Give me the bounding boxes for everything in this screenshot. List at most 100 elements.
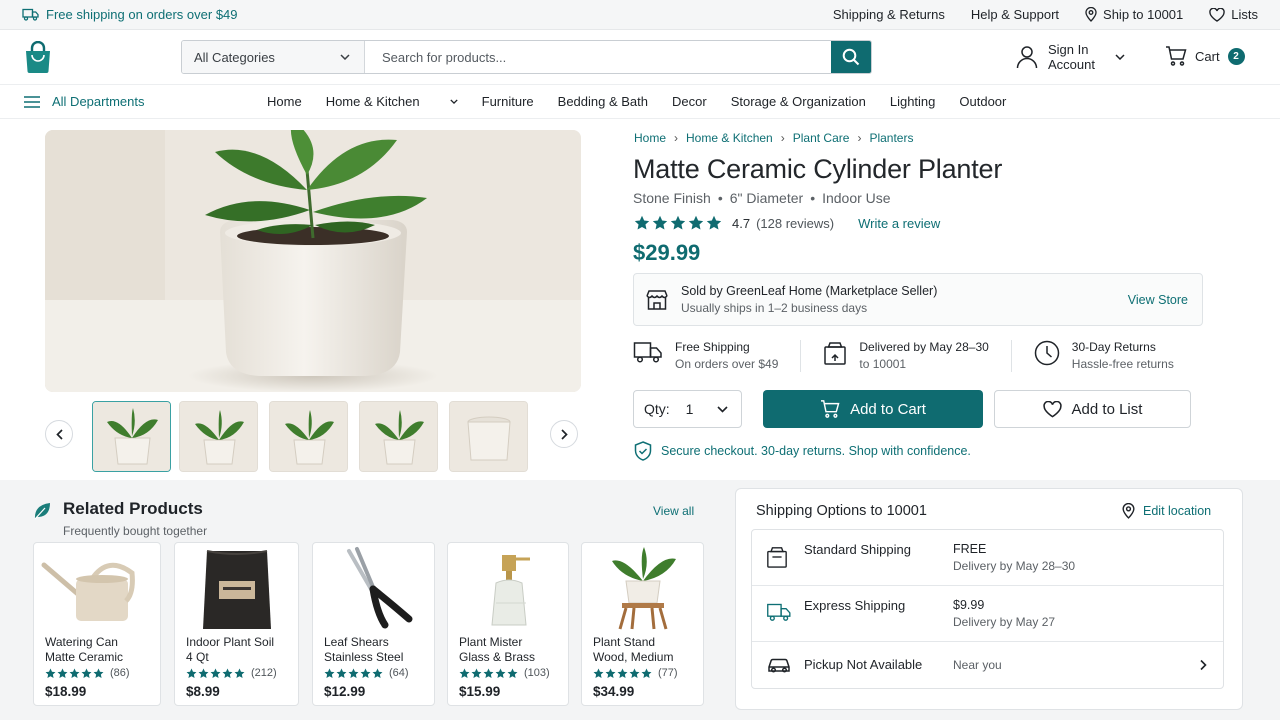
seller-name: Sold by GreenLeaf Home (Marketplace Sell… [681,284,938,298]
breadcrumb-plant-care[interactable]: Plant Care [793,131,850,145]
account-menu[interactable]: Sign In Account [1016,42,1125,72]
product-price: $29.99 [633,240,701,265]
nav-item-storage[interactable]: Storage & Organization [731,94,866,109]
thumbnail-prev-button[interactable] [45,420,73,448]
perk-title: 30-Day Returns [1071,340,1156,354]
related-product-card[interactable]: Watering Can Matte Ceramic (86) $18.99 [33,542,161,706]
shipping-option-pickup[interactable]: Pickup Not Available Near you [752,642,1223,689]
perk-title: Free Shipping [675,340,750,354]
star-rating [324,668,383,679]
review-count[interactable]: (128 reviews) [756,216,834,231]
shipping-option-express[interactable]: Express Shipping $9.99 Delivery by May 2… [752,586,1223,642]
perk-returns: 30-Day Returns Hassle-free returns [1034,340,1174,376]
all-departments-button[interactable]: All Departments [24,94,144,109]
related-products-header: Related Products Frequently bought toget… [33,499,207,538]
shipping-options-panel: Shipping Options to 10001 Edit location … [735,488,1243,710]
shipping-option-name: Standard Shipping [804,542,911,557]
shipping-returns-link[interactable]: Shipping & Returns [833,7,945,22]
help-support-link[interactable]: Help & Support [971,7,1059,22]
star-icon [360,668,371,678]
planter-thumbnail-icon [270,402,347,471]
star-icon [372,668,383,678]
attribute-diameter: 6" Diameter [729,190,804,206]
thumbnail-1[interactable] [92,401,171,472]
star-icon [198,668,209,678]
sign-in-label: Sign In [1048,42,1089,57]
divider [800,340,802,372]
thumbnail-3[interactable] [269,401,348,472]
related-product-card[interactable]: Leaf Shears Stainless Steel (64) $12.99 [312,542,435,706]
related-product-card[interactable]: Indoor Plant Soil 4 Qt (212) $8.99 [174,542,299,706]
location-pin-icon [1085,7,1097,22]
search-button[interactable] [831,41,871,73]
breadcrumb-planters[interactable]: Planters [869,131,913,145]
search-bar: All Categories [181,40,872,74]
view-store-link[interactable]: View Store [1128,293,1188,307]
search-input[interactable] [365,41,831,73]
empty-planter-thumbnail-icon [450,402,527,471]
thumbnail-2[interactable] [179,401,258,472]
add-to-list-label: Add to List [1071,400,1143,418]
cart-button[interactable]: Cart 2 [1165,46,1245,66]
add-to-list-button[interactable]: Add to List [994,390,1191,428]
related-product-card[interactable]: Plant Mister Glass & Brass (103) $15.99 [447,542,569,706]
nav-item-home-kitchen[interactable]: Home & Kitchen [326,94,458,109]
nav-item-furniture[interactable]: Furniture [482,94,534,109]
shipping-option-delivery: Delivery by May 28–30 [953,559,1076,573]
shipping-option-price: FREE [953,542,987,556]
product-attributes: Stone Finish • 6" Diameter • Indoor Use [633,190,891,206]
thumbnail-5[interactable] [449,401,528,472]
store-icon [646,289,668,310]
star-icon [210,668,221,678]
seller-ship-time: Usually ships in 1–2 business days [681,301,868,315]
star-icon [483,668,494,678]
product-rating: 4.7 (128 reviews) Write a review [634,215,940,231]
thumbnail-4[interactable] [359,401,438,472]
attribute-finish: Stone Finish [633,190,711,206]
product-price: $12.99 [324,684,366,699]
star-rating [186,668,245,679]
view-all-link[interactable]: View all [653,504,694,518]
chevron-right-icon [1200,659,1207,671]
star-icon [234,668,245,678]
product-rating: (77) [593,667,678,679]
plant-stand-icon [612,547,676,630]
shipping-option-standard[interactable]: Standard Shipping FREE Delivery by May 2… [752,530,1223,586]
breadcrumb-home[interactable]: Home [634,131,666,145]
qty-value: 1 [685,401,694,417]
product-name: Indoor Plant Soil [186,635,275,649]
quantity-select[interactable]: Qty: 1 [633,390,742,428]
lists-link[interactable]: Lists [1209,7,1258,22]
nav-item-lighting[interactable]: Lighting [890,94,936,109]
related-product-card[interactable]: Plant Stand Wood, Medium (77) $34.99 [581,542,704,706]
nav-item-home[interactable]: Home [267,94,302,109]
fast-truck-icon [767,603,791,621]
ship-to-link[interactable]: Ship to 10001 [1085,7,1183,22]
watering-can-icon [41,562,135,621]
category-select[interactable]: All Categories [182,41,365,73]
attribute-separator: • [810,190,816,206]
shipping-option-delivery: Delivery by May 27 [953,615,1056,629]
nav-item-bedding-bath[interactable]: Bedding & Bath [558,94,648,109]
star-icon [93,668,104,678]
thumbnail-next-button[interactable] [550,420,578,448]
edit-location-link[interactable]: Edit location [1122,503,1211,519]
product-main-image[interactable] [45,130,581,392]
lists-label: Lists [1231,7,1258,22]
breadcrumb-home-kitchen[interactable]: Home & Kitchen [686,131,773,145]
star-icon [670,215,686,230]
write-review-link[interactable]: Write a review [858,216,940,231]
shopping-bag-logo-icon[interactable] [24,41,52,73]
nav-item-outdoor[interactable]: Outdoor [959,94,1006,109]
product-perks: Free Shipping On orders over $49 Delivere… [633,340,1203,376]
leaf-icon [34,503,50,520]
star-icon [706,215,722,230]
product-title: Matte Ceramic Cylinder Planter [633,154,1003,184]
add-to-cart-button[interactable]: Add to Cart [763,390,983,428]
product-rating: (86) [45,667,130,679]
edit-location-label: Edit location [1143,504,1212,518]
nav-item-decor[interactable]: Decor [672,94,707,109]
star-icon [222,668,233,678]
star-icon [45,668,56,678]
chevron-down-icon [1115,54,1125,60]
